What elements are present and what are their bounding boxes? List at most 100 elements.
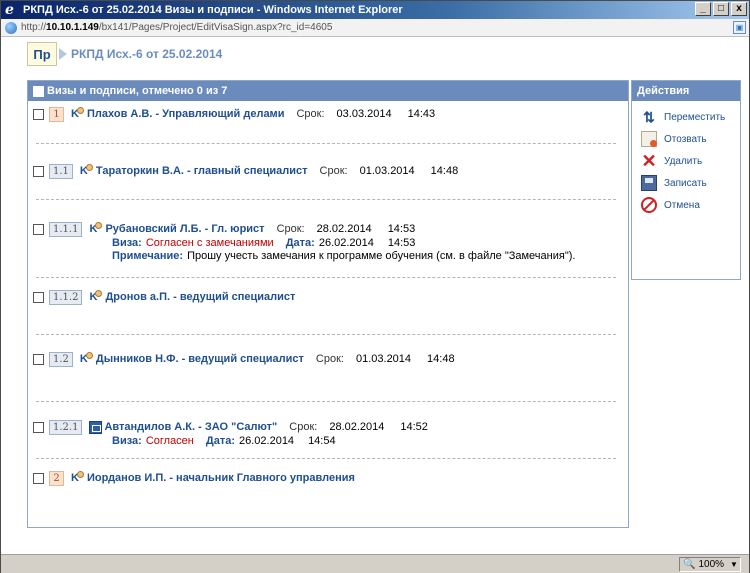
note-text: Прошу учесть замечания к программе обуче… xyxy=(187,249,576,262)
term-time: 14:43 xyxy=(407,108,436,120)
term-time: 14:48 xyxy=(430,165,459,177)
row-checkbox[interactable] xyxy=(33,421,44,433)
address-bar[interactable]: http://10.10.1.149/bx141/Pages/Project/E… xyxy=(1,19,749,37)
row-checkbox[interactable] xyxy=(33,353,44,365)
term-date: 01.03.2014 xyxy=(359,165,415,177)
term-date: 03.03.2014 xyxy=(336,108,392,120)
row-checkbox[interactable] xyxy=(33,165,44,177)
visa-date: 26.02.2014 xyxy=(318,236,374,249)
visa-time: 14:53 xyxy=(387,236,416,249)
window-controls: _ □ x xyxy=(695,2,747,16)
recall-action[interactable]: Отозвать xyxy=(632,128,740,150)
row-checkbox[interactable] xyxy=(33,108,44,120)
participant-link[interactable]: Плахов А.В. - Управляющий делами xyxy=(87,108,284,120)
page-icon xyxy=(5,21,17,34)
row-divider xyxy=(36,401,616,402)
move-action[interactable]: ⇅ Переместить xyxy=(632,106,740,128)
row-divider xyxy=(36,458,616,459)
row-number: 1.1.2 xyxy=(49,289,83,305)
close-button[interactable]: x xyxy=(731,2,747,16)
delete-label: Удалить xyxy=(664,155,703,167)
move-label: Переместить xyxy=(664,111,726,123)
visa-row: 2 K Иорданов И.П. - начальник Главного у… xyxy=(28,470,628,486)
organization-icon xyxy=(89,420,103,434)
row-divider xyxy=(36,334,616,335)
recall-icon xyxy=(641,131,657,147)
row-divider xyxy=(36,277,616,278)
maximize-button[interactable]: □ xyxy=(713,2,729,16)
term-time: 14:48 xyxy=(427,353,455,365)
visas-panel-header: Визы и подписи, отмечено 0 из 7 xyxy=(28,81,628,101)
visa-result: Виза: Согласен Дата: 26.02.2014 14:54 xyxy=(28,434,628,447)
move-icon: ⇅ xyxy=(643,109,655,125)
save-icon xyxy=(641,175,657,191)
person-icon: K xyxy=(80,164,94,178)
participant-link[interactable]: Рубановский Л.Б. - Гл. юрист xyxy=(105,223,264,235)
visa-date-label: Дата: xyxy=(285,236,315,249)
visa-row: 1.1.2 K Дронов а.П. - ведущий специалист xyxy=(28,289,628,305)
participant-link[interactable]: Тараторкин В.А. - главный специалист xyxy=(96,165,308,177)
visa-row: 1.1 K Тараторкин В.А. - главный специали… xyxy=(28,163,628,179)
cancel-action[interactable]: Отмена xyxy=(632,194,740,216)
address-prefix: http:// xyxy=(21,22,47,33)
visa-value: Согласен с замечаниями xyxy=(145,236,274,249)
visa-result: Виза: Согласен с замечаниями Дата: 26.02… xyxy=(28,236,628,249)
chevron-down-icon: ▼ xyxy=(730,560,738,569)
row-number: 1.2 xyxy=(49,351,73,367)
row-divider xyxy=(36,199,616,200)
address-host: 10.10.1.149 xyxy=(46,22,99,33)
cancel-icon xyxy=(641,197,657,213)
person-icon: K xyxy=(89,290,103,304)
term-time: 14:53 xyxy=(387,223,416,235)
visa-note: Примечание: Прошу учесть замечания к про… xyxy=(28,249,628,262)
participant-link[interactable]: Дронов а.П. - ведущий специалист xyxy=(105,291,295,303)
visas-panel: Визы и подписи, отмечено 0 из 7 1 K Плах… xyxy=(27,80,629,528)
term-label: Срок: xyxy=(289,421,318,433)
title-bar: e РКПД Исх.-6 от 25.02.2014 Визы и подпи… xyxy=(1,1,749,19)
row-number: 1 xyxy=(49,106,64,122)
minimize-button[interactable]: _ xyxy=(695,2,711,16)
document-header: Пр РКПД Исх.-6 от 25.02.2014 xyxy=(27,42,222,66)
row-number: 1.1 xyxy=(49,163,73,179)
participant-link[interactable]: Иорданов И.П. - начальник Главного управ… xyxy=(87,472,355,484)
status-bar: 🔍 100% ▼ xyxy=(1,554,749,573)
row-checkbox[interactable] xyxy=(33,472,44,484)
term-time: 14:52 xyxy=(400,421,428,433)
actions-panel: Действия ⇅ Переместить Отозвать ✕ Удалит… xyxy=(631,80,741,280)
compat-view-icon[interactable]: ▣ xyxy=(733,21,746,34)
delete-action[interactable]: ✕ Удалить xyxy=(632,150,740,172)
term-date: 28.02.2014 xyxy=(316,223,372,235)
visa-date-label: Дата: xyxy=(205,434,235,447)
person-icon: K xyxy=(89,222,103,236)
delete-icon: ✕ xyxy=(641,151,657,171)
row-checkbox[interactable] xyxy=(33,291,44,303)
participant-link[interactable]: Дынников Н.Ф. - ведущий специалист xyxy=(96,353,304,365)
document-title: РКПД Исх.-6 от 25.02.2014 xyxy=(71,47,223,61)
term-date: 01.03.2014 xyxy=(355,353,412,365)
zoom-control[interactable]: 🔍 100% ▼ xyxy=(679,557,741,572)
term-label: Срок: xyxy=(276,223,305,235)
visa-row: 1.1.1 K Рубановский Л.Б. - Гл. юрист Сро… xyxy=(28,216,628,262)
document-type-badge: Пр xyxy=(27,42,57,66)
actions-header: Действия xyxy=(632,81,740,101)
term-label: Срок: xyxy=(319,165,348,177)
save-label: Записать xyxy=(664,177,707,189)
person-icon: K xyxy=(80,352,94,366)
term-label: Срок: xyxy=(296,108,325,120)
visa-label: Виза: xyxy=(112,236,142,249)
arrow-icon xyxy=(59,48,67,60)
save-action[interactable]: Записать xyxy=(632,172,740,194)
row-number: 2 xyxy=(49,470,64,486)
participant-link[interactable]: Автандилов А.К. - ЗАО "Салют" xyxy=(104,421,277,433)
visa-value: Согласен xyxy=(145,434,194,447)
person-icon: K xyxy=(71,471,85,485)
row-number: 1.2.1 xyxy=(49,419,83,435)
row-checkbox[interactable] xyxy=(33,223,44,235)
visa-time: 14:54 xyxy=(308,434,336,447)
select-all-checkbox[interactable] xyxy=(33,85,44,97)
visa-label: Виза: xyxy=(112,434,142,447)
zoom-icon: 🔍 xyxy=(683,559,696,570)
browser-window: e РКПД Исх.-6 от 25.02.2014 Визы и подпи… xyxy=(0,0,750,573)
person-icon: K xyxy=(71,107,85,121)
note-label: Примечание: xyxy=(112,249,184,262)
